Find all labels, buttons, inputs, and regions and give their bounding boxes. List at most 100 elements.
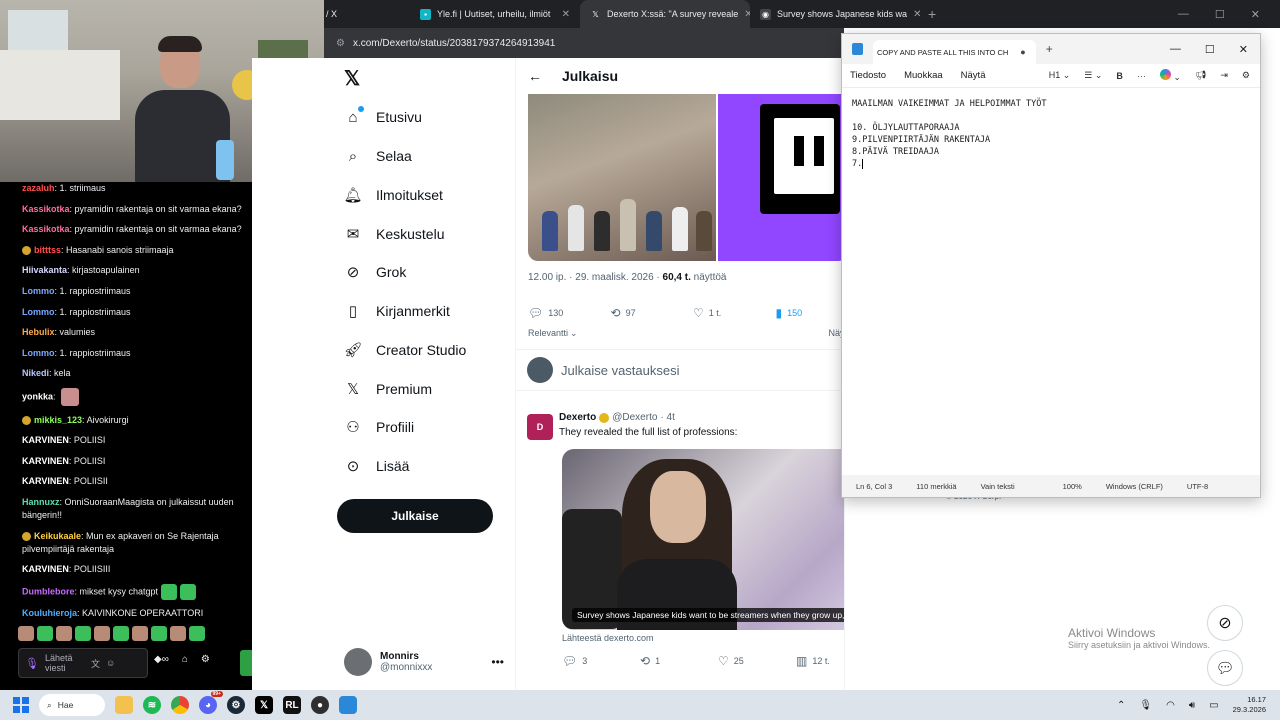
chat-username[interactable]: Keikukaale [34,531,81,541]
more-icon[interactable]: ••• [491,655,504,669]
bookmark-button[interactable]: ▮ 150 [776,306,845,320]
copilot-icon[interactable]: ⌄ [1159,68,1181,83]
emoji-icon[interactable]: ☺ [106,658,115,668]
gear-icon[interactable]: ⚙ [1242,70,1250,81]
chat-username[interactable]: mikkis_123 [34,415,82,425]
heading-dropdown[interactable]: H1 ⌄ [1049,70,1071,81]
nav-item-kirjanmerkit[interactable]: ▯ Kirjanmerkit [344,302,450,320]
avatar[interactable]: D [527,414,553,440]
megaphone-icon[interactable]: 📢︎ [1195,70,1206,81]
views-button[interactable]: ▥ 12 t. [796,654,844,668]
account-switcher[interactable]: Monnirs @monnixxx ••• [344,648,504,676]
media-image-twitch[interactable] [718,94,844,261]
nav-item-premium[interactable]: 𝕏 Premium [344,380,432,398]
close-icon[interactable]: ✕ [1239,43,1248,56]
like-button[interactable]: ♡ 1 t. [693,306,776,320]
chat-username[interactable]: Nikedi [22,368,49,378]
link-card[interactable]: Survey shows Japanese kids want to be st… [562,449,844,630]
translate-icon[interactable]: 文 [91,657,100,670]
wifi-icon[interactable]: ◠ [1166,700,1175,711]
close-icon[interactable]: ✕ [913,9,920,20]
store-icon[interactable]: ⌂ [182,654,188,665]
chevron-up-icon[interactable]: ⌃ [1117,700,1125,711]
nav-item-creator-studio[interactable]: 🚀︎ Creator Studio [343,341,466,359]
media-image-classroom[interactable] [528,94,716,261]
chat-username[interactable]: Dumblebore [22,586,75,596]
text-mode[interactable]: Vain teksti [981,482,1015,491]
zoom-level[interactable]: 100% [1063,482,1082,491]
reply-button[interactable]: 💬︎ 3 [562,654,640,668]
emote-icon[interactable] [37,626,53,641]
notepad-taskbar-icon[interactable] [339,696,357,714]
nav-item-etusivu[interactable]: ⌂ Etusivu [344,106,422,126]
reply-composer[interactable]: Julkaise vastauksesi [516,349,844,391]
emote-icon[interactable] [18,626,34,641]
back-arrow-icon[interactable]: ← [528,68,542,84]
chat-send-button[interactable] [240,650,252,676]
reply-button[interactable]: 💬︎ 130 [528,306,611,320]
minimize-icon[interactable]: — [1178,8,1189,21]
messages-button[interactable]: 💬︎ [1207,650,1243,686]
emote-icon[interactable] [180,583,197,600]
emote-icon[interactable] [161,583,178,600]
subscriber-badge-icon[interactable] [22,245,31,255]
close-icon[interactable]: ✕ [562,9,570,20]
bits-icon[interactable]: ◆∞ [154,654,169,665]
encoding[interactable]: UTF-8 [1187,482,1208,491]
chat-username[interactable]: bitttss [34,245,61,255]
chat-username[interactable]: Hiivakanta [22,265,67,275]
chat-username[interactable]: Kassikotka [22,224,70,234]
emote-icon[interactable] [75,626,91,641]
x-app-icon[interactable]: 𝕏 [255,696,273,714]
notepad-editor[interactable]: MAAILMAN VAIKEIMMAT JA HELPOIMMAT TYÖT 10… [842,88,1260,468]
post-button[interactable]: Julkaise [337,499,493,533]
subscriber-badge-icon[interactable] [22,531,31,541]
chat-input[interactable]: 🎙 Lähetä viesti 文 ☺ [18,648,148,678]
list-icon[interactable]: ☰ ⌄ [1084,70,1102,81]
chat-username[interactable]: KARVINEN [22,456,69,466]
new-tab-icon[interactable]: + [1046,42,1053,56]
reply-author-name[interactable]: Dexerto [559,412,596,423]
link-card-source[interactable]: Lähteestä dexerto.com [562,633,654,643]
emote-icon[interactable] [189,626,205,641]
bold-icon[interactable]: B [1116,71,1123,81]
grok-button[interactable]: ⊘ [1207,605,1243,641]
browser-tab[interactable]: ▪ Yle.fi | Uutiset, urheilu, ilmiöt ✕ [410,0,580,28]
close-icon[interactable]: ✕ [1251,8,1260,21]
chat-username[interactable]: Lommo [22,348,55,358]
more-icon[interactable]: ··· [1137,71,1146,81]
notepad-tab[interactable]: COPY AND PASTE ALL THIS INTO CH ● [873,40,1036,64]
obs-icon[interactable]: ● [311,696,329,714]
mic-icon[interactable]: 🎙 [25,657,39,670]
chat-username[interactable]: Kassikotka [22,204,70,214]
post-media[interactable] [528,94,844,261]
discord-icon[interactable]: ◕ 99+ [199,691,223,714]
browser-tab[interactable]: / X [324,0,410,28]
emote-icon[interactable] [61,387,80,406]
indent-icon[interactable]: ⇥ [1220,70,1228,81]
start-button[interactable] [13,697,29,713]
chat-username[interactable]: zazaluh [22,183,55,193]
mic-icon[interactable]: 🎙︎ [1139,700,1152,711]
browser-tab[interactable]: ◉ Survey shows Japanese kids wa ✕ [750,0,920,28]
nav-item-grok[interactable]: ⊘ Grok [344,263,407,281]
maximize-icon[interactable]: ☐ [1215,8,1225,21]
nav-item-profiili[interactable]: ⚇ Profiili [344,418,414,436]
repost-button[interactable]: ⟲ 1 [640,654,718,668]
chrome-icon[interactable] [171,696,189,714]
chat-username[interactable]: Lommo [22,307,55,317]
menu-edit[interactable]: Muokkaa [904,70,943,81]
emote-icon[interactable] [94,626,110,641]
clock[interactable]: 16.17 29.3.2026 [1233,695,1266,715]
chat-username[interactable]: Kouluhieroja [22,608,77,618]
chat-username[interactable]: yonkka [22,391,53,401]
new-tab-icon[interactable]: + [920,6,944,22]
x-logo-icon[interactable]: 𝕏 [344,66,360,91]
emote-icon[interactable] [151,626,167,641]
nav-item-ilmoitukset[interactable]: 🔔︎ Ilmoitukset [343,186,442,204]
chat-username[interactable]: Lommo [22,286,55,296]
menu-file[interactable]: Tiedosto [850,70,886,81]
emote-icon[interactable] [56,626,72,641]
minimize-icon[interactable]: — [1170,43,1181,56]
chat-username[interactable]: Hannuxz [22,497,60,507]
